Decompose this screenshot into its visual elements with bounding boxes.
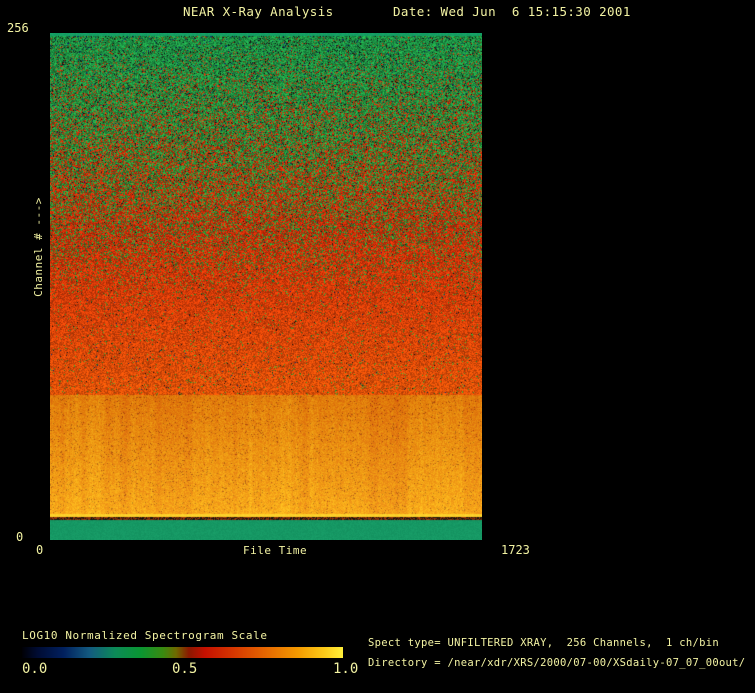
header-date: Date: Wed Jun 6 15:15:30 2001 [393,4,631,19]
spect-type-line: Spect type= UNFILTERED XRAY, 256 Channel… [368,637,719,649]
y-axis-max-label: 256 [7,21,29,35]
page-title: NEAR X-Ray Analysis [183,4,334,19]
colorbar-tick-mid: 0.5 [172,661,198,677]
spectrogram-image [50,33,482,540]
directory-line: Directory = /near/xdr/XRS/2000/07-00/XSd… [368,657,746,669]
x-axis-max-label: 1723 [501,543,530,557]
colorbar-title: LOG10 Normalized Spectrogram Scale [22,629,268,642]
colorbar-tick-max: 1.0 [333,661,359,677]
x-axis-title: File Time [243,544,308,557]
y-axis-min-label: 0 [16,530,24,544]
y-axis-title: Channel # ---> [32,197,45,297]
colorbar-gradient [22,647,343,658]
x-axis-min-label: 0 [36,543,44,557]
colorbar-tick-min: 0.0 [22,661,48,677]
near-xray-analysis-window: NEAR X-Ray Analysis Date: Wed Jun 6 15:1… [0,0,755,693]
